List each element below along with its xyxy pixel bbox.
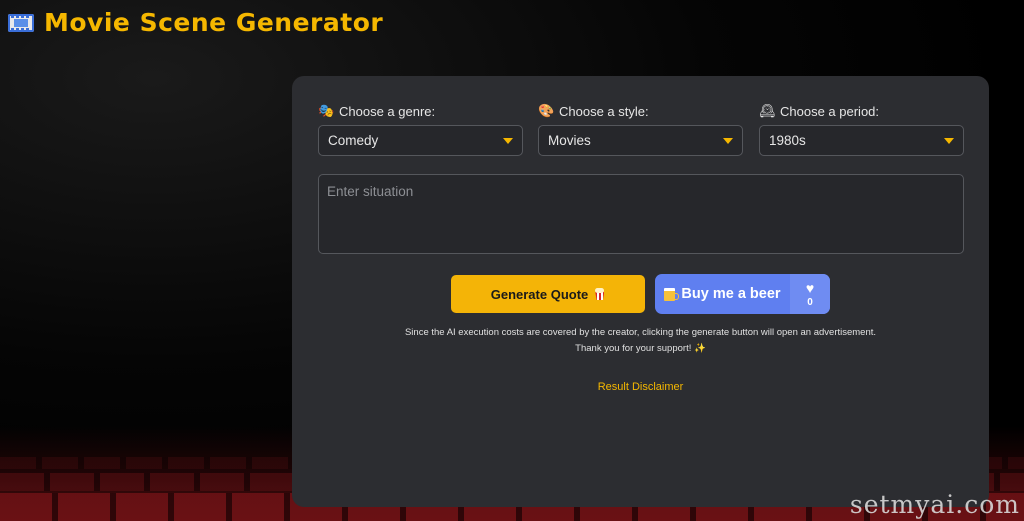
ad-notice-line2: Thank you for your support! ✨ — [575, 343, 706, 354]
like-counter[interactable]: ♥ 0 — [790, 274, 830, 314]
style-label-text: Choose a style: — [559, 103, 649, 119]
popcorn-icon — [594, 288, 605, 300]
page-title: Movie Scene Generator — [44, 8, 384, 37]
beer-mug-icon — [664, 287, 680, 301]
genre-field: 🎭 Choose a genre: Comedy — [318, 100, 523, 156]
chevron-down-icon — [723, 137, 733, 144]
chevron-down-icon — [503, 137, 513, 144]
genre-select[interactable]: Comedy — [318, 125, 523, 156]
period-select[interactable]: 1980s — [759, 125, 964, 156]
ad-notice: Since the AI execution costs are covered… — [292, 325, 989, 357]
mantelpiece-clock-icon: 🕰 — [759, 103, 776, 118]
period-field: 🕰 Choose a period: 1980s — [759, 100, 964, 156]
like-count: 0 — [807, 296, 813, 308]
chevron-down-icon — [944, 137, 954, 144]
period-selected-value: 1980s — [769, 133, 806, 148]
artist-palette-icon: 🎨 — [538, 103, 555, 118]
period-label: 🕰 Choose a period: — [759, 100, 964, 122]
result-disclaimer-link[interactable]: Result Disclaimer — [292, 381, 989, 393]
generator-card: 🎭 Choose a genre: Comedy 🎨 Choose a styl… — [292, 76, 989, 507]
generate-quote-button[interactable]: Generate Quote — [451, 275, 645, 313]
genre-label-text: Choose a genre: — [339, 103, 436, 119]
style-selected-value: Movies — [548, 133, 591, 148]
beer-main: Buy me a beer — [655, 274, 790, 314]
film-frames-icon — [8, 13, 34, 32]
style-select[interactable]: Movies — [538, 125, 743, 156]
situation-input[interactable]: Enter situation — [318, 174, 964, 254]
style-label: 🎨 Choose a style: — [538, 100, 743, 122]
buy-me-a-beer-button[interactable]: Buy me a beer ♥ 0 — [655, 274, 830, 314]
beer-label: Buy me a beer — [681, 286, 781, 302]
watermark: setmyai.com — [849, 490, 1020, 519]
period-label-text: Choose a period: — [780, 103, 880, 119]
heart-icon: ♥ — [805, 279, 815, 296]
situation-placeholder: Enter situation — [327, 184, 414, 199]
genre-label: 🎭 Choose a genre: — [318, 100, 523, 122]
genre-selected-value: Comedy — [328, 133, 379, 148]
style-field: 🎨 Choose a style: Movies — [538, 100, 743, 156]
ad-notice-line1: Since the AI execution costs are covered… — [404, 327, 877, 338]
generate-label: Generate Quote — [490, 286, 589, 302]
performing-arts-icon: 🎭 — [318, 103, 335, 118]
app-header: Movie Scene Generator — [8, 8, 383, 37]
